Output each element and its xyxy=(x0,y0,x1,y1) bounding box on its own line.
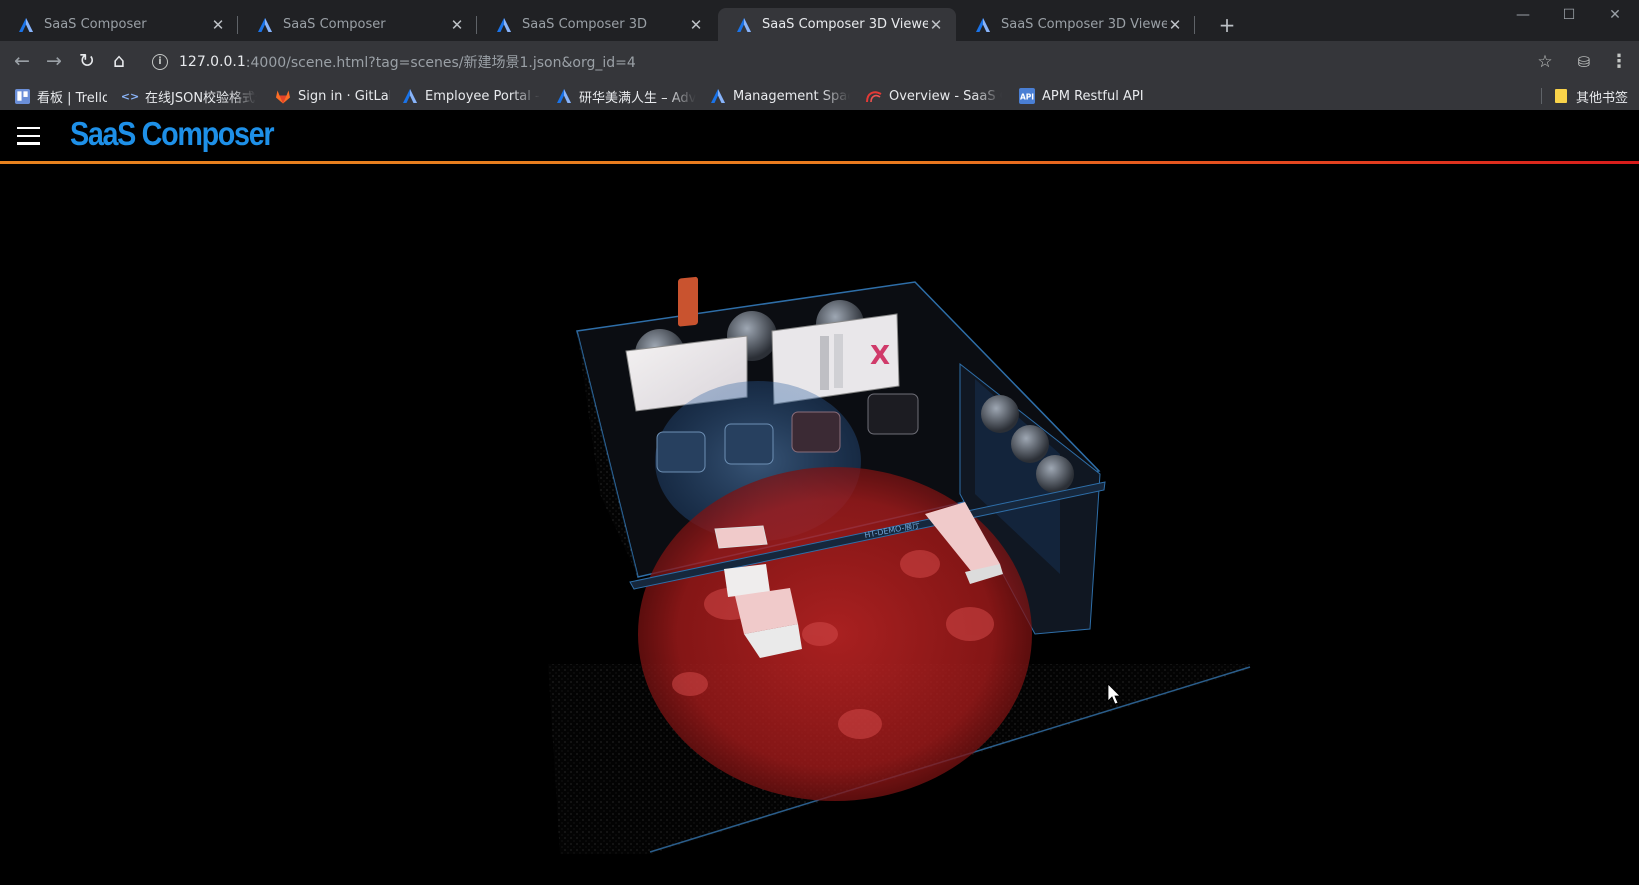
api-icon: API xyxy=(1019,88,1035,104)
menu-kebab-icon[interactable]: ⋮ xyxy=(1608,51,1630,73)
bookmark-label: Overview - SaaS Co xyxy=(889,88,1002,104)
close-icon[interactable]: ✕ xyxy=(210,16,226,34)
advantech-icon xyxy=(556,88,572,104)
advantech-logo-icon xyxy=(497,17,511,32)
maximize-icon[interactable]: ☐ xyxy=(1546,4,1592,28)
bookmark-json[interactable]: <> 在线JSON校验格式化 xyxy=(122,85,257,107)
bookmarks-separator xyxy=(1541,88,1542,104)
app-logo: SaaS Composer xyxy=(70,115,275,152)
product-image xyxy=(834,334,843,388)
bookmarks-bar: 看板 | Trello <> 在线JSON校验格式化 Sign in · Git… xyxy=(0,82,1639,110)
reload-icon[interactable]: ↻ xyxy=(74,49,100,75)
app-header: SaaS Composer xyxy=(0,110,1639,160)
close-window-icon[interactable]: ✕ xyxy=(1592,4,1638,28)
url-host: 127.0.0.1 xyxy=(179,53,246,70)
address-bar[interactable]: i 127.0.0.1:4000/scene.html?tag=scenes/新… xyxy=(144,45,1504,78)
close-icon[interactable]: ✕ xyxy=(1167,16,1183,34)
minimize-icon[interactable]: — xyxy=(1500,4,1546,28)
bookmark-management-space[interactable]: Management Space xyxy=(710,85,850,107)
tab-title: SaaS Composer xyxy=(44,17,147,32)
browser-toolbar: ← → ↻ ⌂ i 127.0.0.1:4000/scene.html?tag=… xyxy=(0,41,1639,82)
sphere-light xyxy=(981,395,1019,433)
tab-title: SaaS Composer 3D Viewer xyxy=(762,17,928,32)
back-icon[interactable]: ← xyxy=(9,49,35,75)
extension-icon[interactable]: ⛁ xyxy=(1573,51,1595,73)
close-icon[interactable]: ✕ xyxy=(928,16,944,34)
tab-separator xyxy=(476,16,477,34)
advantech-logo-icon xyxy=(976,17,990,32)
other-bookmarks[interactable]: 其他书签 xyxy=(1553,85,1635,107)
tab-4-active[interactable]: SaaS Composer 3D Viewer ✕ xyxy=(718,8,956,41)
bookmark-label: 其他书签 xyxy=(1576,90,1629,106)
site-info-icon[interactable]: i xyxy=(152,53,168,70)
advantech-logo-icon xyxy=(258,17,272,32)
bookmark-label: Sign in · GitLab xyxy=(298,88,390,104)
new-tab-button[interactable]: + xyxy=(1215,14,1239,38)
close-icon[interactable]: ✕ xyxy=(688,16,704,34)
browser-window: SaaS Composer ✕ SaaS Composer ✕ SaaS Com… xyxy=(0,0,1639,885)
tab-title: SaaS Composer xyxy=(283,17,386,32)
tab-strip: SaaS Composer ✕ SaaS Composer ✕ SaaS Com… xyxy=(0,0,1639,41)
bookmark-gitlab[interactable]: Sign in · GitLab xyxy=(275,85,390,107)
forward-icon[interactable]: → xyxy=(41,49,67,75)
bookmark-label: 看板 | Trello xyxy=(37,90,107,106)
tab-separator xyxy=(1194,16,1195,34)
bookmark-label: Employee Portal - H xyxy=(425,88,540,104)
bookmark-label: Management Space xyxy=(733,88,850,104)
tab-title: SaaS Composer 3D xyxy=(522,17,647,32)
product-image xyxy=(820,336,829,390)
sphere-light xyxy=(1011,425,1049,463)
svg-text:API: API xyxy=(1020,93,1034,102)
tab-2[interactable]: SaaS Composer ✕ xyxy=(239,8,477,41)
advantech-logo-icon xyxy=(19,17,33,32)
product-x-logo: X xyxy=(870,341,890,371)
bookmark-advantech[interactable]: 研华美满人生 – Adva xyxy=(556,85,696,107)
home-icon[interactable]: ⌂ xyxy=(106,49,132,75)
bookmark-label: 在线JSON校验格式化 xyxy=(145,90,257,106)
bookmark-employee-portal[interactable]: Employee Portal - H xyxy=(402,85,540,107)
advantech-icon xyxy=(402,88,418,104)
bookmark-overview[interactable]: Overview - SaaS Co xyxy=(866,85,1002,107)
swirl-icon xyxy=(866,88,882,104)
tab-title: SaaS Composer 3D Viewer xyxy=(1001,17,1167,32)
scene-canvas: X HT-DEMO-展厅 xyxy=(548,276,1251,854)
code-icon: <> xyxy=(122,89,140,103)
3d-scene-viewport[interactable]: X HT-DEMO-展厅 xyxy=(0,164,1639,885)
bookmark-label: APM Restful API xyxy=(1042,88,1144,104)
hamburger-menu-icon[interactable] xyxy=(17,127,40,145)
url-path: :4000/scene.html?tag=scenes/新建场景1.json&o… xyxy=(245,54,636,71)
tab-1[interactable]: SaaS Composer ✕ xyxy=(0,8,238,41)
close-icon[interactable]: ✕ xyxy=(449,16,465,34)
advantech-logo-icon xyxy=(737,17,751,32)
sphere-light xyxy=(1036,455,1074,493)
gitlab-icon xyxy=(275,88,291,104)
bookmark-star-icon[interactable]: ☆ xyxy=(1534,51,1556,73)
bookmark-apm-api[interactable]: API APM Restful API xyxy=(1019,85,1147,107)
trello-icon xyxy=(14,88,30,104)
tab-5[interactable]: SaaS Composer 3D Viewer ✕ xyxy=(957,8,1195,41)
bookmark-label: 研华美满人生 – Adva xyxy=(579,90,696,106)
phone-image xyxy=(678,276,698,327)
bookmark-trello[interactable]: 看板 | Trello xyxy=(14,85,107,107)
folder-icon xyxy=(1553,88,1569,104)
advantech-icon xyxy=(710,88,726,104)
tab-separator xyxy=(237,16,238,34)
tab-3[interactable]: SaaS Composer 3D ✕ xyxy=(478,8,716,41)
